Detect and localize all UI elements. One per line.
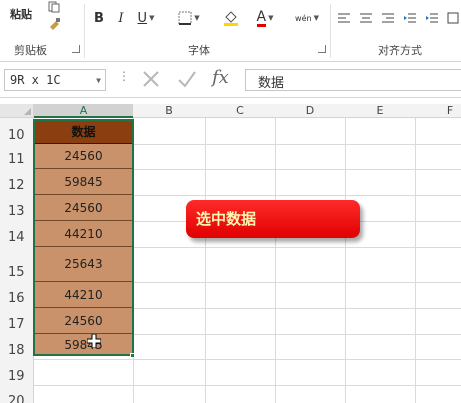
row-header[interactable]: 14 [0,230,34,245]
phonetic-label: wén [295,13,312,23]
cell-a17[interactable]: 24560 [34,308,133,334]
formula-input[interactable]: 数据 [245,69,461,91]
align-group-label: 对齐方式 [378,44,422,57]
align-right-button[interactable] [380,10,396,26]
align-left-icon [338,13,350,23]
column-header-e[interactable]: E [345,104,415,118]
paste-label: 粘贴 [10,8,32,21]
name-box[interactable]: 9R x 1C ▼ [4,69,106,91]
clipboard-launcher-icon[interactable] [72,45,80,53]
insert-function-icon[interactable]: fx [212,67,229,88]
gridline [275,118,276,403]
clipboard-group-label: 剪贴板 [14,44,47,57]
cell-a14[interactable]: 44210 [34,221,133,247]
font-group-label: 字体 [188,44,210,57]
cell-a18[interactable]: 59845 [34,334,133,356]
row-header[interactable]: 13 [0,204,34,219]
gridline [205,118,206,403]
increase-indent-icon [426,13,438,23]
wrap-text-button[interactable] [446,10,460,26]
row-header[interactable]: 15 [0,265,34,280]
enter-icon[interactable] [176,68,198,90]
underline-button[interactable]: U ▼ [134,10,158,26]
decrease-indent-button[interactable] [402,10,418,26]
bold-button[interactable]: B [92,10,106,26]
cell-a12[interactable]: 59845 [34,169,133,195]
gridline [133,118,134,403]
select-all-corner[interactable] [0,104,34,118]
ribbon: 粘贴 B I U ▼ ▼ A ▼ wén ▼ 剪贴板 字体 对齐方式 [0,0,461,62]
row-header[interactable]: 11 [0,152,34,167]
cell-a16[interactable]: 44210 [34,282,133,308]
gridline [34,385,461,386]
row-header[interactable]: 10 [0,128,34,143]
name-box-value: 9R x 1C [10,73,61,87]
border-icon [178,11,192,25]
row-header[interactable]: 20 [0,394,34,403]
cell-a11[interactable]: 24560 [34,144,133,169]
align-center-button[interactable] [358,10,374,26]
copy-icon[interactable] [46,0,62,14]
italic-button[interactable]: I [114,10,128,26]
font-launcher-icon[interactable] [318,45,326,53]
align-left-button[interactable] [336,10,352,26]
row-header[interactable]: 19 [0,369,34,384]
fill-color-button[interactable] [216,8,246,28]
column-header-f[interactable]: F [415,104,461,118]
column-header-d[interactable]: D [275,104,345,118]
gridline [415,118,416,403]
cell-a15[interactable]: 25643 [34,247,133,282]
fill-handle[interactable] [130,353,135,358]
formula-bar: 9R x 1C ▼ ⋮ fx 数据 [0,62,461,98]
chevron-down-icon: ▼ [194,14,200,22]
gridline [34,359,461,360]
gridline [345,118,346,403]
row-header[interactable]: 17 [0,317,34,332]
chevron-down-icon: ▼ [268,14,274,22]
font-color-letter: A [256,8,267,27]
column-header-a[interactable]: A [34,104,133,118]
chevron-down-icon: ▼ [313,14,319,22]
underline-label: U [137,10,148,26]
paste-button[interactable]: 粘贴 [2,0,40,26]
cross-cursor-icon [87,334,101,348]
chevron-down-icon: ▼ [149,14,155,22]
paint-bucket-icon [224,11,238,26]
row-header[interactable]: 18 [0,343,34,358]
decrease-indent-icon [404,13,416,23]
format-painter-icon[interactable] [46,16,64,32]
border-button[interactable]: ▼ [174,10,204,26]
cell-a13[interactable]: 24560 [34,195,133,221]
separator [84,4,85,58]
row-header[interactable]: 16 [0,291,34,306]
increase-indent-button[interactable] [424,10,440,26]
annotation-callout: 选中数据 [186,200,360,238]
phonetic-button[interactable]: wén ▼ [292,8,322,28]
align-center-icon [360,13,372,23]
column-header-c[interactable]: C [205,104,275,118]
cell-a10[interactable]: 数据 [34,119,133,144]
row-header[interactable]: 12 [0,178,34,193]
chevron-down-icon[interactable]: ▼ [96,76,101,85]
worksheet-grid[interactable]: A B C D E F 10 11 12 13 14 15 16 17 18 1… [0,98,461,403]
more-dots-icon: ⋮ [118,69,130,83]
separator [330,4,331,58]
wrap-text-icon [447,12,459,24]
column-header-b[interactable]: B [133,104,205,118]
cancel-icon[interactable] [140,68,162,90]
font-color-button[interactable]: A ▼ [250,8,280,28]
align-right-icon [382,13,394,23]
